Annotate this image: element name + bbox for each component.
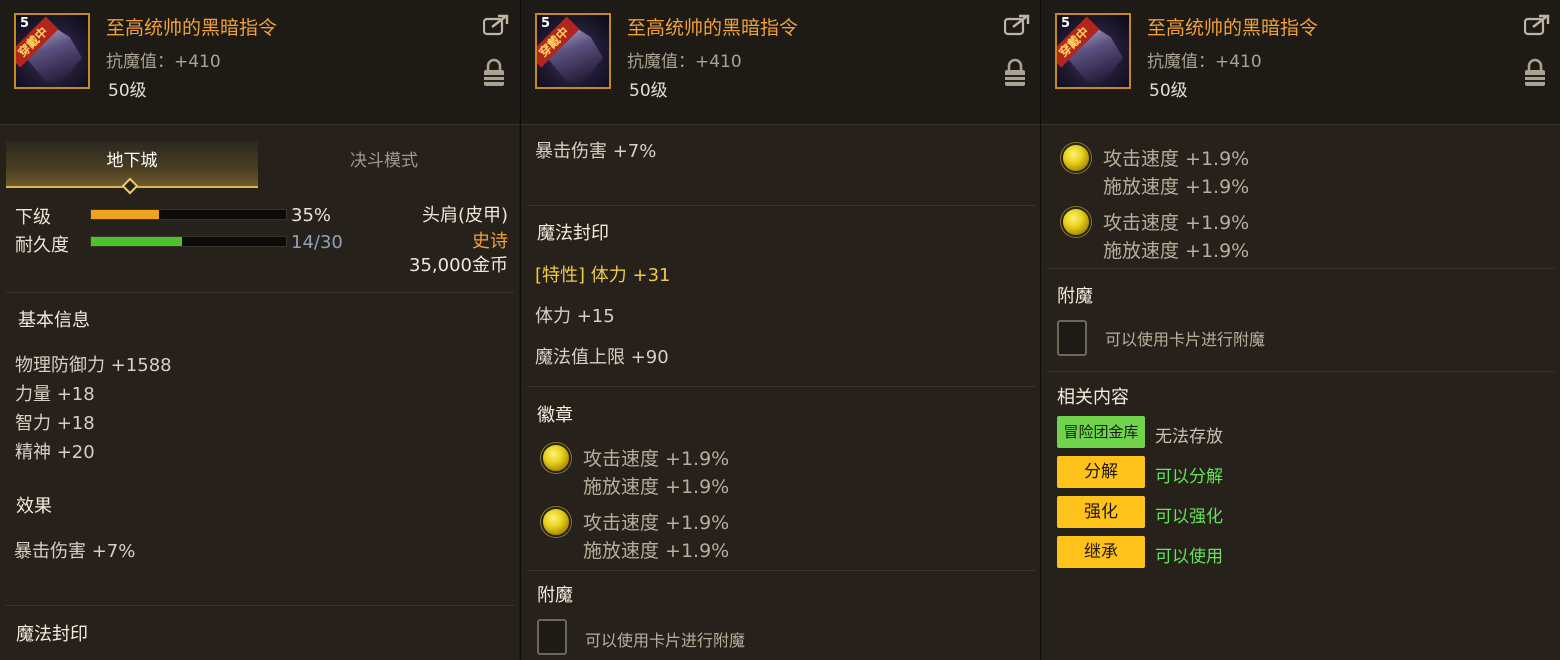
- divider: [1047, 268, 1555, 269]
- magic-seal-special: [特性] 体力 +31: [535, 265, 671, 286]
- stat-line: 物理防御力 +1588: [15, 355, 172, 376]
- durability-label: 耐久度: [15, 235, 69, 256]
- enchant-hint: 可以使用卡片进行附魔: [585, 631, 746, 650]
- adventure-vault-button[interactable]: 冒险团金库: [1057, 416, 1145, 448]
- stat-line: 精神 +20: [15, 442, 95, 463]
- item-icon[interactable]: 5 穿戴中: [535, 13, 611, 89]
- share-icon[interactable]: [1524, 14, 1550, 36]
- enhance-button[interactable]: 强化: [1057, 496, 1145, 528]
- lock-icon[interactable]: [1524, 58, 1546, 88]
- enchant-hint: 可以使用卡片进行附魔: [1105, 330, 1266, 349]
- emblem-line: 施放速度 +1.9%: [583, 476, 730, 498]
- equip-slot: 头肩(皮甲): [421, 205, 508, 226]
- item-header: 5 穿戴中 至高统帅的黑暗指令 抗魔值：+410 50级: [0, 0, 519, 125]
- emblem-line: 施放速度 +1.9%: [583, 540, 730, 562]
- lock-icon[interactable]: [483, 58, 505, 88]
- magic-seal-title: 魔法封印: [16, 624, 88, 645]
- item-stat: 抗魔值：+410: [1147, 52, 1262, 72]
- share-icon[interactable]: [1004, 14, 1030, 36]
- basic-info-title: 基本信息: [18, 310, 90, 331]
- emblem-line: 施放速度 +1.9%: [1103, 176, 1250, 198]
- item-icon[interactable]: 5 穿戴中: [14, 13, 90, 89]
- item-icon[interactable]: 5 穿戴中: [1055, 13, 1131, 89]
- emblem-line: 攻击速度 +1.9%: [1103, 212, 1250, 234]
- enchant-card-slot[interactable]: [537, 619, 567, 655]
- related-status: 可以强化: [1155, 507, 1223, 527]
- enchant-card-slot[interactable]: [1057, 320, 1087, 356]
- item-name: 至高统帅的黑暗指令: [627, 17, 799, 39]
- tab-pvp[interactable]: 决斗模式: [258, 141, 510, 186]
- item-level-mark: 5: [1061, 16, 1071, 31]
- enchant-title: 附魔: [1057, 286, 1093, 307]
- stat-line: 智力 +18: [15, 413, 95, 434]
- effect-title: 效果: [16, 496, 52, 517]
- item-stat: 抗魔值：+410: [106, 52, 221, 72]
- durability-bar: [90, 236, 287, 247]
- tooltip-panel-2: 5 穿戴中 至高统帅的黑暗指令 抗魔值：+410 50级 暴击伤害 +7% 魔法…: [520, 0, 1040, 660]
- item-level: 50级: [108, 81, 147, 101]
- emblem-title: 徽章: [537, 405, 573, 426]
- related-title: 相关内容: [1057, 387, 1129, 408]
- tooltip-panel-1: 5 穿戴中 至高统帅的黑暗指令 抗魔值：+410 50级 地下城 决斗模式 下级…: [0, 0, 519, 660]
- emblem-line: 攻击速度 +1.9%: [583, 512, 730, 534]
- inherit-button[interactable]: 继承: [1057, 536, 1145, 568]
- item-name: 至高统帅的黑暗指令: [1147, 17, 1319, 39]
- emblem-line: 攻击速度 +1.9%: [1103, 148, 1250, 170]
- magic-seal-line: 魔法值上限 +90: [535, 347, 669, 368]
- durability-value: 14/30: [291, 232, 343, 253]
- item-header: 5 穿戴中 至高统帅的黑暗指令 抗魔值：+410 50级: [1041, 0, 1560, 125]
- item-stat: 抗魔值：+410: [627, 52, 742, 72]
- rarity-label: 史诗: [472, 231, 508, 252]
- magic-seal-title: 魔法封印: [537, 223, 609, 244]
- emblem-gem-icon[interactable]: [541, 507, 571, 537]
- emblem-gem-icon[interactable]: [1061, 143, 1091, 173]
- lock-icon[interactable]: [1004, 58, 1026, 88]
- item-header: 5 穿戴中 至高统帅的黑暗指令 抗魔值：+410 50级: [521, 0, 1040, 125]
- emblem-gem-icon[interactable]: [1061, 207, 1091, 237]
- grade-bar: [90, 209, 287, 220]
- related-status: 无法存放: [1155, 427, 1223, 447]
- divider: [6, 605, 514, 606]
- emblem-line: 攻击速度 +1.9%: [583, 448, 730, 470]
- grade-label: 下级: [15, 207, 51, 228]
- share-icon[interactable]: [483, 14, 509, 36]
- related-status: 可以使用: [1155, 547, 1223, 567]
- disassemble-button[interactable]: 分解: [1057, 456, 1145, 488]
- divider: [527, 570, 1035, 571]
- effect-text: 暴击伤害 +7%: [14, 541, 136, 562]
- item-name: 至高统帅的黑暗指令: [106, 17, 278, 39]
- magic-seal-line: 体力 +15: [535, 306, 615, 327]
- durability-bar-fill: [91, 237, 183, 246]
- stat-line: 力量 +18: [15, 384, 95, 405]
- emblem-gem-icon[interactable]: [541, 443, 571, 473]
- grade-value: 35%: [291, 205, 332, 226]
- divider: [527, 386, 1035, 387]
- enchant-title: 附魔: [537, 585, 573, 606]
- sell-price: 35,000金币: [409, 255, 508, 276]
- item-level: 50级: [629, 81, 668, 101]
- tooltip-panel-3: 5 穿戴中 至高统帅的黑暗指令 抗魔值：+410 50级 攻击速度 +1.9% …: [1040, 0, 1560, 660]
- divider: [1047, 371, 1555, 372]
- related-status: 可以分解: [1155, 467, 1223, 487]
- divider: [527, 205, 1035, 206]
- grade-bar-fill: [91, 210, 160, 219]
- divider: [6, 292, 514, 293]
- item-level: 50级: [1149, 81, 1188, 101]
- emblem-line: 施放速度 +1.9%: [1103, 240, 1250, 262]
- effect-text: 暴击伤害 +7%: [535, 141, 657, 162]
- item-level-mark: 5: [541, 16, 551, 31]
- mode-tabs: 地下城 决斗模式: [6, 141, 514, 195]
- item-level-mark: 5: [20, 16, 30, 31]
